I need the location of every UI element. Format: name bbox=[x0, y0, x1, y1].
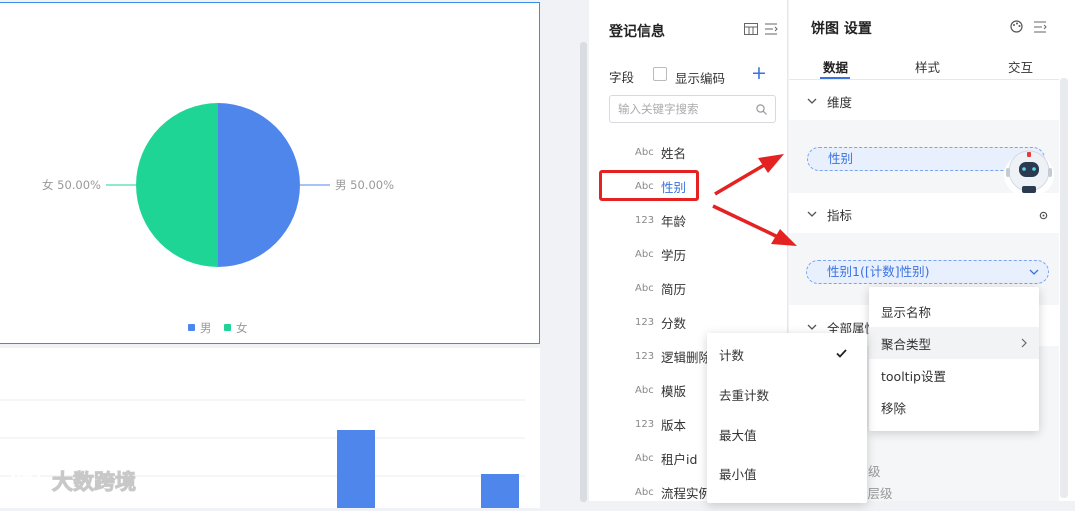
partial-level-text: 级 bbox=[868, 464, 881, 479]
pie-chart-card[interactable]: 男 50.00% 女 50.00% 男 女 bbox=[0, 2, 540, 344]
agg-item-distinct-count[interactable]: 去重计数 bbox=[707, 378, 867, 410]
collapse-settings-icon[interactable] bbox=[1034, 21, 1047, 33]
pie-chart: 男 50.00% 女 50.00% 男 女 bbox=[42, 103, 394, 335]
tab-interaction[interactable]: 交互 bbox=[1008, 57, 1033, 76]
metric-context-menu: 显示名称 聚合类型 tooltip设置 移除 bbox=[869, 287, 1039, 431]
field-name: 姓名 bbox=[661, 145, 687, 161]
field-name: 年龄 bbox=[661, 213, 687, 229]
field-name: 版本 bbox=[661, 417, 687, 433]
settings-scrollbar[interactable] bbox=[1060, 78, 1068, 498]
settings-title: 饼图 设置 bbox=[811, 21, 872, 37]
bar bbox=[481, 474, 519, 511]
field-type-badge: 123 bbox=[635, 350, 655, 362]
field-section-label: 字段 bbox=[609, 70, 635, 85]
menu-item-remove[interactable]: 移除 bbox=[869, 391, 1039, 423]
field-item[interactable]: Abc 姓名 bbox=[635, 141, 686, 163]
field-type-badge: Abc bbox=[635, 282, 654, 294]
bar bbox=[337, 430, 375, 510]
field-name: 分数 bbox=[661, 315, 687, 331]
watermark-logo-icon: ĺ℃ bbox=[9, 468, 41, 495]
show-code-label: 显示编码 bbox=[675, 71, 726, 86]
field-item[interactable]: 123 年龄 bbox=[635, 209, 686, 231]
pie-data-label: 男 50.00% bbox=[335, 178, 394, 192]
tab-style[interactable]: 样式 bbox=[915, 57, 940, 76]
field-type-badge: Abc bbox=[635, 486, 654, 498]
agg-item-min[interactable]: 最小值 bbox=[707, 457, 867, 489]
field-item[interactable]: Abc 简历 bbox=[635, 277, 686, 299]
svg-text:ĺ℃: ĺ℃ bbox=[10, 469, 41, 495]
agg-item-count[interactable]: 计数 bbox=[707, 338, 867, 370]
search-icon bbox=[756, 104, 767, 115]
collapse-panel-icon[interactable] bbox=[765, 23, 778, 35]
field-item[interactable]: Abc 模版 bbox=[635, 379, 686, 401]
menu-item-display-name[interactable]: 显示名称 bbox=[869, 295, 1039, 327]
field-type-badge: Abc bbox=[635, 146, 654, 158]
agg-item-max[interactable]: 最大值 bbox=[707, 418, 867, 450]
field-type-badge: 123 bbox=[635, 214, 655, 226]
field-item[interactable]: 123 分数 bbox=[635, 311, 686, 333]
table-icon[interactable] bbox=[744, 23, 758, 35]
add-field-icon[interactable]: + bbox=[751, 62, 767, 84]
robot-assistant-icon[interactable] bbox=[999, 148, 1059, 200]
metric-pill[interactable]: 性别1([计数]性别) bbox=[806, 260, 1049, 284]
canvas-scrollbar[interactable] bbox=[580, 42, 587, 502]
watermark: ĺ℃ 大数跨境 bbox=[8, 466, 136, 496]
metric-pill-label: 性别1([计数]性别) bbox=[827, 264, 930, 279]
field-item[interactable]: Abc 租户id bbox=[635, 447, 697, 469]
legend-swatch[interactable] bbox=[188, 324, 195, 331]
metric-label: 指标 bbox=[827, 207, 853, 223]
field-name: 学历 bbox=[661, 247, 687, 263]
pie-slice[interactable] bbox=[218, 103, 300, 267]
pie-data-label: 女 50.00% bbox=[42, 178, 101, 192]
panel-title: 登记信息 bbox=[609, 24, 665, 40]
field-type-badge: Abc bbox=[635, 452, 654, 464]
metric-section-header[interactable]: 指标 bbox=[789, 195, 1059, 233]
field-type-badge: 123 bbox=[635, 316, 655, 328]
field-name: 流程实例 bbox=[661, 485, 712, 501]
field-type-badge: 123 bbox=[635, 418, 655, 430]
legend-label[interactable]: 男 bbox=[200, 321, 212, 335]
menu-item-aggregation-type[interactable]: 聚合类型 bbox=[869, 327, 1039, 359]
chevron-right-icon bbox=[1021, 338, 1027, 348]
tab-divider bbox=[789, 79, 1059, 80]
check-icon bbox=[836, 349, 847, 358]
chevron-down-icon bbox=[807, 98, 817, 104]
field-name: 简历 bbox=[661, 281, 687, 297]
watermark-text: 大数跨境 bbox=[52, 470, 137, 495]
dimension-label: 维度 bbox=[827, 94, 853, 110]
chevron-down-icon bbox=[807, 324, 817, 330]
show-code-checkbox[interactable] bbox=[653, 67, 667, 81]
field-search-input[interactable]: 输入关键字搜索 bbox=[609, 95, 776, 123]
agg-item-label: 计数 bbox=[719, 347, 745, 363]
tab-data[interactable]: 数据 bbox=[823, 57, 848, 76]
field-name: 模版 bbox=[661, 383, 687, 399]
legend-label[interactable]: 女 bbox=[236, 321, 248, 335]
menu-item-tooltip-settings[interactable]: tooltip设置 bbox=[869, 359, 1039, 391]
field-type-badge: Abc bbox=[635, 248, 654, 260]
pie-slice[interactable] bbox=[136, 103, 218, 267]
chevron-down-icon[interactable] bbox=[1029, 269, 1039, 276]
search-placeholder: 输入关键字搜索 bbox=[618, 102, 699, 116]
menu-item-label: 聚合类型 bbox=[881, 336, 932, 352]
palette-icon[interactable] bbox=[1010, 20, 1023, 33]
gear-icon[interactable] bbox=[1038, 210, 1049, 221]
chevron-down-icon bbox=[807, 211, 817, 217]
dimension-section-header[interactable]: 维度 bbox=[789, 82, 1059, 120]
legend-swatch[interactable] bbox=[224, 324, 231, 331]
field-item[interactable]: Abc 流程实例 bbox=[635, 481, 711, 503]
field-name: 租户id bbox=[661, 451, 698, 467]
aggregation-submenu: 计数 去重计数 最大值 最小值 bbox=[707, 333, 867, 503]
chart-canvas: 男 50.00% 女 50.00% 男 女 ĺ℃ 大数跨境 bbox=[0, 0, 580, 511]
field-type-badge: Abc bbox=[635, 384, 654, 396]
field-item[interactable]: Abc 学历 bbox=[635, 243, 686, 265]
field-item[interactable]: 123 版本 bbox=[635, 413, 686, 435]
highlight-box bbox=[599, 170, 699, 201]
